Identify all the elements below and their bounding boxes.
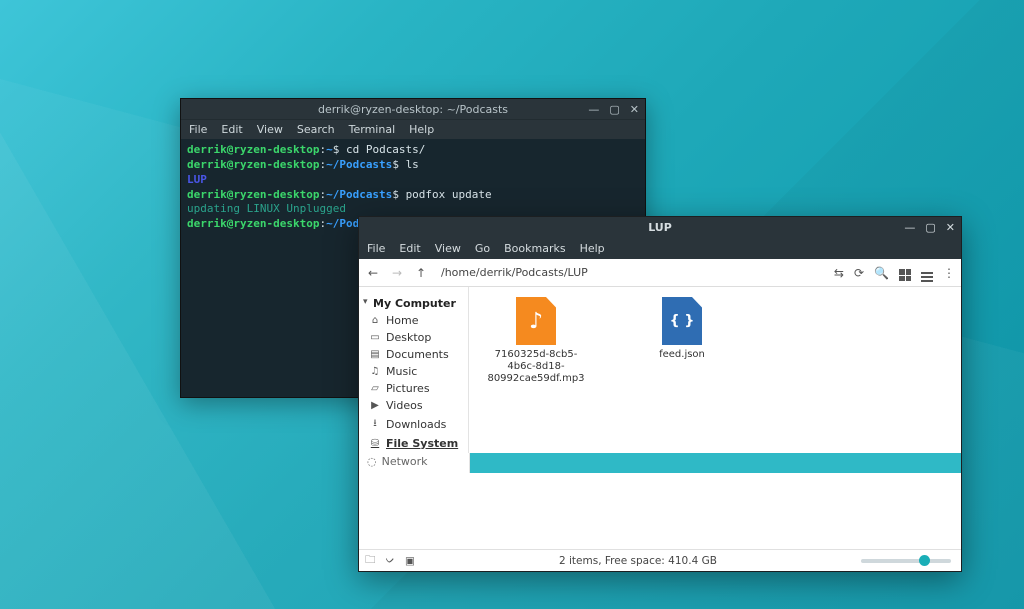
menu-file[interactable]: File (189, 123, 207, 136)
sidebar-item-desktop[interactable]: ▭Desktop (363, 329, 464, 346)
view-compact-button[interactable]: ⋮ (943, 266, 955, 280)
close-button[interactable]: ✕ (630, 103, 639, 116)
prompt-user: derrik@ryzen-desktop (187, 143, 319, 156)
prompt-path: ~ (326, 143, 333, 156)
fm-files-area[interactable]: 7160325d-8cb5-4b6c-8d18-80992cae59df.mp3… (469, 287, 961, 453)
documents-icon: ▤ (369, 349, 381, 360)
maximize-button[interactable]: ▢ (609, 103, 619, 116)
status-close-pane-icon[interactable]: ▣ (405, 555, 415, 567)
desktop-icon: ▭ (369, 332, 381, 343)
sidebar-item-pictures[interactable]: ▱Pictures (363, 380, 464, 397)
fm-menu-file[interactable]: File (367, 242, 385, 255)
view-list-button[interactable] (921, 263, 933, 282)
audio-file-icon (516, 297, 556, 345)
fm-maximize-button[interactable]: ▢ (925, 221, 935, 234)
filesystem-icon: ⛁ (369, 438, 381, 449)
downloads-icon: ⭳ (369, 416, 381, 433)
toggle-path-button[interactable]: ⇆ (834, 266, 844, 280)
network-icon: ◌ (367, 455, 377, 468)
nav-back-button[interactable]: ← (365, 266, 381, 280)
file-manager-window: LUP — ▢ ✕ File Edit View Go Bookmarks He… (358, 216, 962, 572)
sidebar-item-videos[interactable]: ▶Videos (363, 397, 464, 414)
status-tree-icon[interactable]: ᨆ (386, 554, 396, 567)
sidebar-item-documents[interactable]: ▤Documents (363, 346, 464, 363)
update-output: updating LINUX Unplugged (187, 202, 346, 215)
minimize-button[interactable]: — (588, 103, 599, 116)
fm-menu-help[interactable]: Help (580, 242, 605, 255)
reload-button[interactable]: ⟳ (854, 266, 864, 280)
zoom-slider-knob[interactable] (919, 555, 930, 566)
fm-sidebar: My Computer ⌂Home ▭Desktop ▤Documents ♫M… (359, 287, 469, 453)
fm-close-button[interactable]: ✕ (946, 221, 955, 234)
fm-menubar: File Edit View Go Bookmarks Help (359, 237, 961, 259)
file-item-json[interactable]: feed.json (627, 297, 737, 361)
music-icon: ♫ (369, 366, 381, 377)
menu-view[interactable]: View (257, 123, 283, 136)
menu-edit[interactable]: Edit (221, 123, 242, 136)
window-gap-band: ◌ Network (359, 453, 961, 473)
home-icon: ⌂ (369, 315, 381, 326)
cmd-ls: ls (406, 158, 419, 171)
status-folder-icon[interactable]: 🗀 (365, 552, 376, 570)
ls-output: LUP (187, 173, 207, 186)
file-label: 7160325d-8cb5-4b6c-8d18-80992cae59df.mp3 (481, 349, 591, 385)
sidebar-item-file-system[interactable]: ⛁File System (363, 435, 464, 452)
cmd-cd: cd Podcasts/ (346, 143, 425, 156)
fm-statusbar: 🗀 ᨆ ▣ 2 items, Free space: 410.4 GB (359, 549, 961, 571)
sidebar-item-music[interactable]: ♫Music (363, 363, 464, 380)
fm-lower-blank (359, 473, 961, 549)
videos-icon: ▶ (369, 400, 381, 411)
sidebar-section-my-computer[interactable]: My Computer (363, 291, 464, 312)
terminal-menubar: File Edit View Search Terminal Help (181, 119, 645, 139)
json-file-icon (662, 297, 702, 345)
nav-forward-button[interactable]: → (389, 266, 405, 280)
fm-menu-view[interactable]: View (435, 242, 461, 255)
pictures-icon: ▱ (369, 383, 381, 394)
fm-menu-bookmarks[interactable]: Bookmarks (504, 242, 565, 255)
fm-menu-go[interactable]: Go (475, 242, 490, 255)
menu-search[interactable]: Search (297, 123, 335, 136)
status-text: 2 items, Free space: 410.4 GB (425, 555, 851, 567)
sidebar-item-downloads[interactable]: ⭳Downloads (363, 414, 464, 435)
zoom-slider[interactable] (861, 559, 951, 563)
view-icons-button[interactable] (899, 264, 911, 282)
fm-minimize-button[interactable]: — (904, 221, 915, 234)
terminal-title: derrik@ryzen-desktop: ~/Podcasts (318, 103, 508, 116)
file-item-mp3[interactable]: 7160325d-8cb5-4b6c-8d18-80992cae59df.mp3 (481, 297, 591, 385)
fm-titlebar[interactable]: LUP — ▢ ✕ (359, 217, 961, 237)
file-label: feed.json (627, 349, 737, 361)
cmd-podfox: podfox update (406, 188, 492, 201)
terminal-titlebar[interactable]: derrik@ryzen-desktop: ~/Podcasts — ▢ ✕ (181, 99, 645, 119)
fm-toolbar: ← → ↑ /home/derrik/Podcasts/LUP ⇆ ⟳ 🔍 ⋮ (359, 259, 961, 287)
fm-title: LUP (648, 221, 672, 234)
sidebar-item-network: Network (382, 455, 428, 468)
location-path[interactable]: /home/derrik/Podcasts/LUP (437, 266, 826, 279)
search-button[interactable]: 🔍 (874, 266, 889, 280)
nav-up-button[interactable]: ↑ (413, 266, 429, 280)
menu-help[interactable]: Help (409, 123, 434, 136)
menu-terminal[interactable]: Terminal (349, 123, 396, 136)
fm-menu-edit[interactable]: Edit (399, 242, 420, 255)
sidebar-item-home[interactable]: ⌂Home (363, 312, 464, 329)
